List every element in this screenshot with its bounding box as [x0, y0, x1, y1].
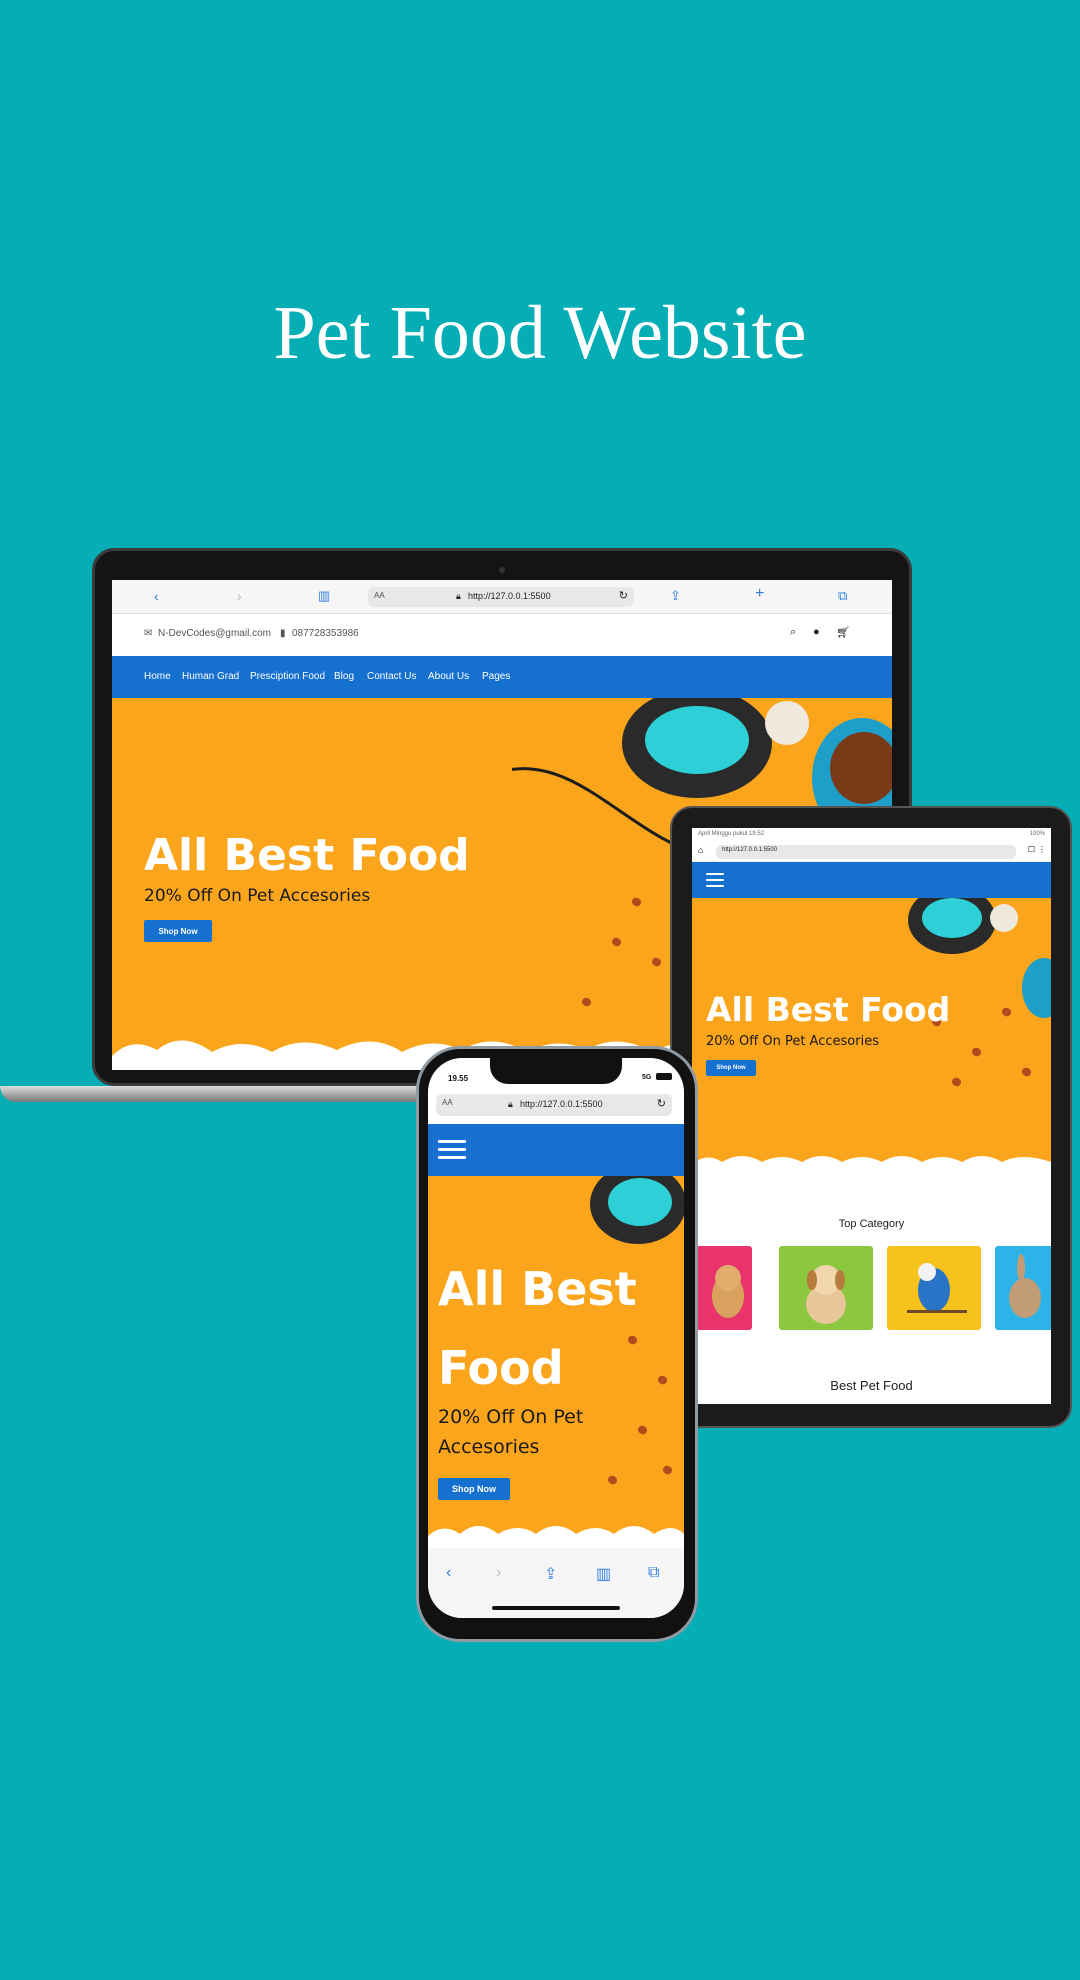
mail-icon: ✉ — [144, 628, 153, 639]
tabs-icon[interactable]: ⧉ — [648, 1564, 659, 1582]
new-tab-icon[interactable]: + — [755, 585, 764, 603]
address-bar[interactable]: AA 🔒︎ http://127.0.0.1:5500 ↻ — [368, 587, 634, 607]
reload-icon[interactable]: ↻ — [657, 1097, 666, 1110]
status-time: 19.55 — [448, 1074, 469, 1083]
shop-now-button[interactable]: Shop Now — [144, 920, 212, 942]
back-icon[interactable]: ‹ — [154, 588, 159, 604]
category-card-rabbit[interactable] — [995, 1246, 1051, 1330]
forward-icon[interactable]: › — [237, 588, 242, 604]
cat-icon — [712, 1265, 744, 1318]
battery-text: 100% — [1029, 831, 1045, 837]
tablet-address-row: ⌂ http://127.0.0.1:5500 ☐ ⋮ — [692, 842, 1051, 862]
text-size-button[interactable]: AA — [374, 591, 385, 600]
phone-text[interactable]: 087728353986 — [292, 628, 359, 639]
hamburger-icon[interactable] — [438, 1140, 466, 1159]
hero-title-line1: All Best — [438, 1262, 637, 1316]
phone-url-text: http://127.0.0.1:5500 — [520, 1099, 603, 1109]
shop-now-button[interactable]: Shop Now — [706, 1060, 756, 1076]
cart-icon[interactable]: 🛒︎ — [836, 626, 850, 639]
reload-icon[interactable]: ↻ — [619, 589, 628, 602]
phone-notch — [490, 1058, 622, 1084]
cloud-divider — [692, 1156, 1051, 1174]
tablet-nav — [692, 862, 1051, 898]
laptop-camera — [499, 567, 505, 573]
email-text[interactable]: N-DevCodes@gmail.com — [158, 628, 271, 639]
home-indicator — [492, 1606, 620, 1610]
search-icon[interactable]: ⌕ — [790, 626, 796, 639]
hero-title-line2: Food — [438, 1341, 564, 1395]
phone-nav — [428, 1124, 684, 1176]
status-bar: April Minggu pukul 19.52 100% — [692, 828, 1051, 842]
nav-presciption-food[interactable]: Presciption Food — [250, 671, 325, 682]
url-text: http://127.0.0.1:5500 — [468, 591, 551, 601]
phone-icon: ▮ — [280, 628, 286, 639]
phone-address-bar[interactable]: AA 🔒︎ http://127.0.0.1:5500 ↻ — [436, 1094, 672, 1116]
hero-subtitle-line2: Accesories — [438, 1436, 540, 1458]
tablet-url-text: http://127.0.0.1:5500 — [722, 847, 778, 853]
nav-blog[interactable]: Blog — [334, 671, 354, 682]
hero-title: All Best Food — [144, 830, 470, 881]
browser-toolbar: ‹ › ▥ AA 🔒︎ http://127.0.0.1:5500 ↻ ⇪ + … — [112, 580, 892, 614]
best-pet-food-heading: Best Pet Food — [830, 1378, 913, 1393]
lock-icon: 🔒︎ — [508, 1099, 513, 1109]
share-icon[interactable]: ⇪ — [544, 1564, 557, 1584]
menu-dots-icon[interactable]: ⋮ — [1038, 845, 1046, 854]
parrot-icon — [907, 1263, 967, 1313]
cloud-divider — [428, 1526, 684, 1548]
nav-home[interactable]: Home — [144, 671, 171, 682]
battery-icon — [656, 1073, 672, 1080]
lock-icon: 🔒︎ — [456, 591, 461, 601]
tablet-screen: April Minggu pukul 19.52 100% ⌂ http://1… — [692, 828, 1051, 1404]
status-time: April Minggu pukul 19.52 — [698, 831, 765, 837]
network-text: 5G — [642, 1074, 652, 1081]
hero-subtitle: 20% Off On Pet Accesories — [144, 886, 371, 906]
text-size-button[interactable]: AA — [442, 1098, 453, 1107]
hero-subtitle-line1: 20% Off On Pet — [438, 1406, 584, 1428]
shop-now-button[interactable]: Shop Now — [438, 1478, 510, 1500]
nav-human-grad[interactable]: Human Grad — [182, 671, 239, 682]
category-card-parrot[interactable] — [887, 1246, 981, 1330]
share-icon[interactable]: ⇪ — [670, 588, 681, 604]
main-nav: Home Human Grad Presciption Food Blog Co… — [112, 656, 892, 698]
bookmarks-icon[interactable]: ▥ — [596, 1564, 611, 1584]
contact-bar: ✉ N-DevCodes@gmail.com ▮ 087728353986 ⌕ … — [112, 614, 892, 656]
rabbit-icon — [1009, 1254, 1041, 1318]
hero-title: All Best Food — [706, 990, 951, 1029]
hero-subtitle: 20% Off On Pet Accesories — [706, 1034, 879, 1049]
nav-contact-us[interactable]: Contact Us — [367, 671, 416, 682]
category-card-dog[interactable] — [779, 1246, 873, 1330]
phone-hero: All Best Food 20% Off On Pet Accesories … — [428, 1176, 684, 1548]
home-icon[interactable]: ⌂ — [698, 845, 703, 855]
hamburger-icon[interactable] — [706, 873, 724, 887]
tabs-icon[interactable]: ☐ — [1028, 845, 1035, 854]
dog-icon — [806, 1265, 846, 1324]
user-icon[interactable]: ● — [813, 626, 820, 638]
back-icon[interactable]: ‹ — [446, 1564, 451, 1582]
page-title: Pet Food Website — [273, 291, 807, 375]
nav-pages[interactable]: Pages — [482, 671, 510, 682]
tablet-address-bar[interactable]: http://127.0.0.1:5500 — [716, 845, 1016, 859]
nav-about-us[interactable]: About Us — [428, 671, 469, 682]
bookmarks-icon[interactable]: ▥ — [318, 588, 330, 604]
phone-screen: 19.55 5G AA 🔒︎ http://127.0.0.1:5500 ↻ A… — [428, 1058, 684, 1618]
category-card-cat[interactable] — [692, 1246, 752, 1330]
tabs-icon[interactable]: ⧉ — [838, 588, 847, 604]
top-category-heading: Top Category — [838, 1218, 905, 1230]
tablet-hero: All Best Food 20% Off On Pet Accesories … — [692, 898, 1051, 1174]
forward-icon[interactable]: › — [496, 1564, 501, 1582]
